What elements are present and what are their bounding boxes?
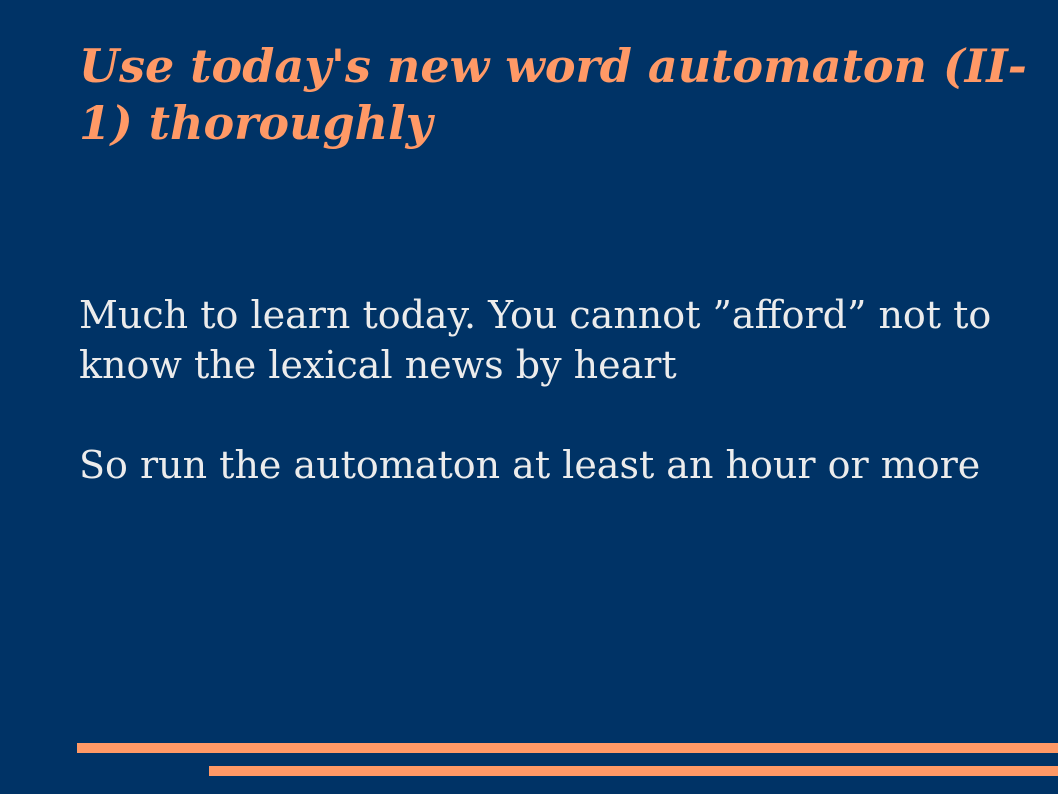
accent-rule-top bbox=[77, 743, 1058, 753]
accent-rule-bottom bbox=[209, 766, 1058, 776]
paragraph-learn: Much to learn today. You cannot ”afford”… bbox=[79, 293, 992, 387]
slide: Use today's new word automaton (II-1) th… bbox=[0, 0, 1058, 794]
slide-body: Much to learn today. You cannot ”afford”… bbox=[79, 290, 1039, 540]
paragraph-run: So run the automaton at least an hour or… bbox=[79, 443, 981, 487]
slide-title: Use today's new word automaton (II-1) th… bbox=[79, 39, 1027, 150]
